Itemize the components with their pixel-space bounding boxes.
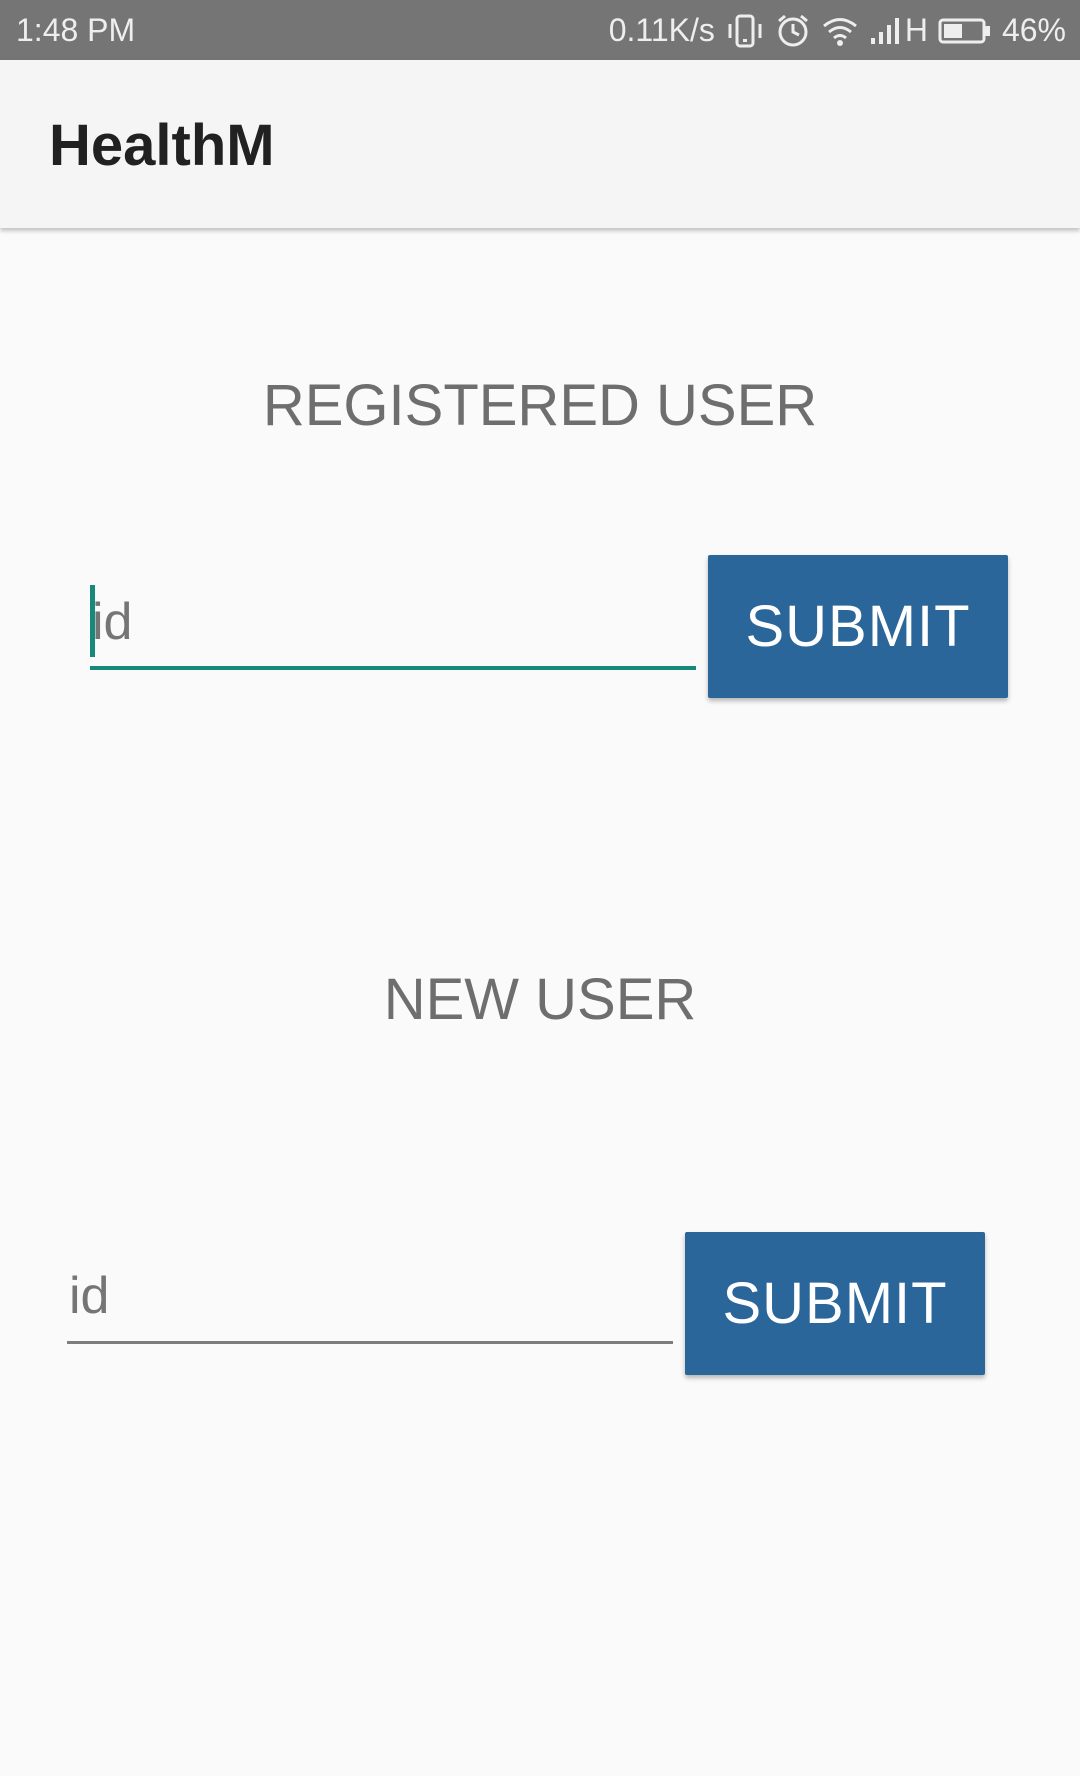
status-icons: 0.11K/s H 46% (609, 12, 1066, 49)
signal-icon (869, 16, 903, 46)
new-user-id-underline (67, 1341, 673, 1344)
wifi-icon (821, 15, 859, 47)
new-user-heading: NEW USER (383, 967, 697, 1032)
battery-icon (938, 17, 992, 45)
text-cursor (90, 585, 95, 657)
status-bar: 1:48 PM 0.11K/s H 46% (0, 0, 1080, 60)
new-user-id-field[interactable] (67, 1254, 673, 1344)
app-title: HealthM (49, 113, 275, 178)
registered-submit-button[interactable]: SUBMIT (708, 555, 1008, 698)
registered-user-heading: REGISTERED USER (262, 373, 818, 438)
alarm-icon (775, 13, 811, 49)
network-speed: 0.11K/s (608, 12, 715, 48)
registered-id-input[interactable] (90, 580, 696, 664)
registered-id-field[interactable] (90, 580, 696, 670)
status-time: 1:48 PM (16, 12, 136, 48)
vibrate-icon (725, 13, 765, 49)
new-user-submit-button[interactable]: SUBMIT (685, 1232, 985, 1375)
new-user-id-input[interactable] (67, 1254, 673, 1338)
registered-id-underline (90, 666, 696, 670)
app-bar: HealthM (0, 60, 1080, 228)
battery-percent: 46% (1001, 12, 1066, 48)
network-type: H (904, 12, 928, 48)
